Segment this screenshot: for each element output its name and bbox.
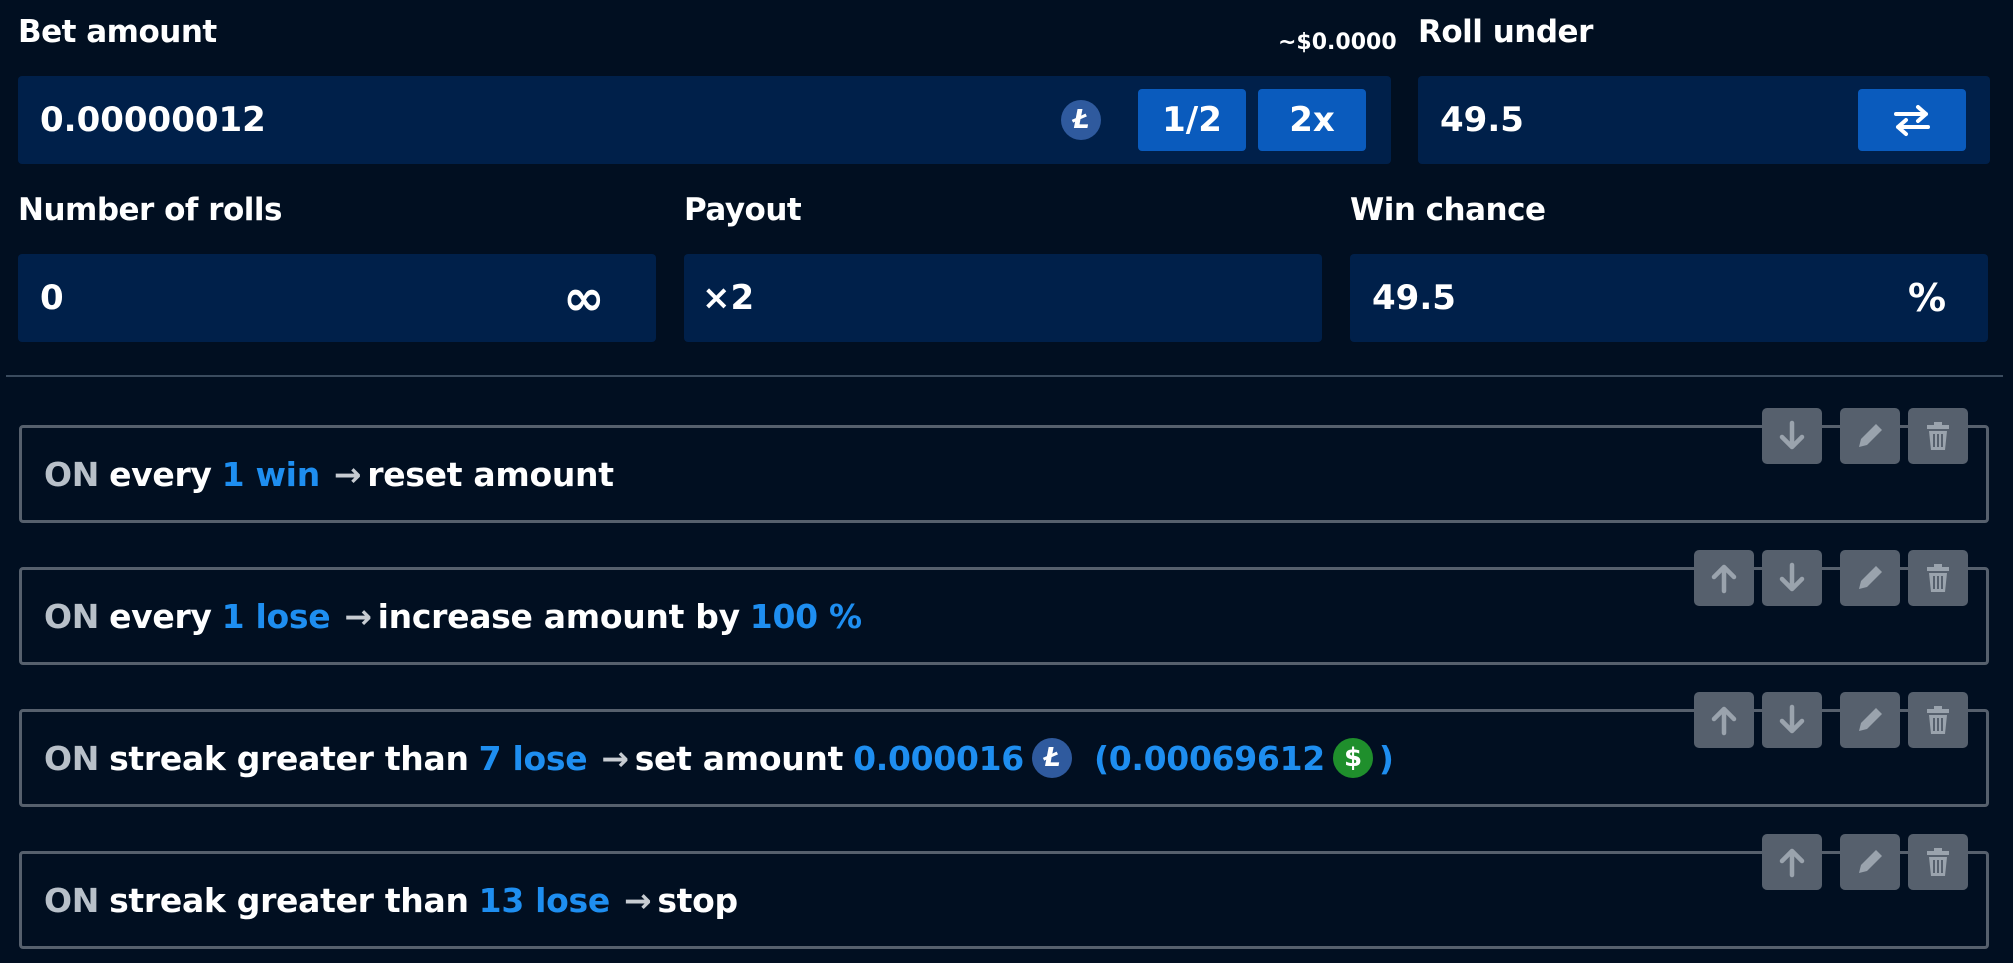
move-up-button[interactable]: [1694, 692, 1754, 748]
rule-arrow: →: [344, 596, 372, 636]
rule-trigger: 1 win: [221, 454, 321, 494]
trash-icon: [1927, 848, 1949, 876]
infinity-icon[interactable]: ∞: [563, 254, 605, 342]
rule-action: stop: [657, 880, 738, 920]
bet-amount-input[interactable]: 0.00000012 Ł 1/2 2x: [18, 76, 1391, 164]
strategy-rule: ON every 1 win → reset amount: [19, 408, 1989, 523]
rule-status: ON: [44, 880, 100, 920]
arrow-down-icon: [1779, 562, 1805, 592]
rule-arrow: →: [623, 880, 652, 920]
rule-condition: streak greater than: [109, 738, 469, 778]
bet-amount-label: Bet amount: [18, 14, 217, 50]
number-of-rolls-value[interactable]: 0: [40, 254, 64, 342]
rule-action-value: 0.000016: [853, 738, 1024, 778]
move-up-button[interactable]: [1694, 550, 1754, 606]
roll-under-label: Roll under: [1418, 14, 1593, 50]
arrow-up-icon: [1779, 848, 1805, 878]
pencil-icon: [1859, 424, 1882, 447]
swap-arrows-icon: [1894, 105, 1930, 136]
delete-button[interactable]: [1908, 692, 1968, 748]
strategy-rule: ON streak greater than 7 lose → set amou…: [19, 692, 1989, 807]
strategy-rule: ON streak greater than 13 lose → stop: [19, 834, 1989, 949]
payout-label: Payout: [684, 192, 802, 228]
payout-value[interactable]: ×2: [702, 254, 754, 342]
bet-usd-estimate: ~$0.0000: [1278, 30, 1397, 55]
edit-button[interactable]: [1840, 834, 1900, 890]
move-down-button[interactable]: [1762, 550, 1822, 606]
swap-button[interactable]: [1858, 89, 1966, 151]
litecoin-icon: Ł: [1061, 100, 1101, 140]
trash-icon: [1927, 422, 1949, 450]
rule-status: ON: [44, 454, 100, 494]
trash-icon: [1927, 564, 1949, 592]
arrow-up-icon: [1711, 564, 1737, 594]
edit-button[interactable]: [1840, 408, 1900, 464]
number-of-rolls-input[interactable]: 0 ∞: [18, 254, 656, 342]
move-down-button[interactable]: [1762, 692, 1822, 748]
half-bet-button[interactable]: 1/2: [1138, 89, 1246, 151]
double-bet-button[interactable]: 2x: [1258, 89, 1366, 151]
section-divider: [6, 375, 2003, 377]
win-chance-label: Win chance: [1350, 192, 1546, 228]
rule-status: ON: [44, 596, 100, 636]
move-down-button[interactable]: [1762, 408, 1822, 464]
percent-symbol: %: [1908, 276, 1947, 320]
rule-action-value: 100 %: [749, 596, 862, 636]
win-chance-value[interactable]: 49.5: [1372, 254, 1456, 342]
dollar-icon: $: [1332, 738, 1373, 778]
delete-button[interactable]: [1908, 834, 1968, 890]
delete-button[interactable]: [1908, 408, 1968, 464]
trash-icon: [1927, 706, 1949, 734]
rule-trigger: 1 lose: [221, 596, 331, 636]
win-chance-input[interactable]: 49.5 %: [1350, 254, 1988, 342]
rule-trigger: 13 lose: [478, 880, 611, 920]
rule-text: ON every 1 lose → increase amount by 100…: [44, 570, 872, 662]
rule-action: increase amount by: [377, 596, 740, 636]
rule-text: ON streak greater than 7 lose → set amou…: [44, 712, 1404, 804]
delete-button[interactable]: [1908, 550, 1968, 606]
rule-condition: streak greater than: [109, 880, 469, 920]
bet-amount-value[interactable]: 0.00000012: [40, 76, 266, 164]
payout-input[interactable]: ×2: [684, 254, 1322, 342]
edit-button[interactable]: [1840, 692, 1900, 748]
pencil-icon: [1859, 566, 1882, 589]
rule-trigger: 7 lose: [478, 738, 588, 778]
number-of-rolls-label: Number of rolls: [18, 192, 282, 228]
pencil-icon: [1859, 708, 1882, 731]
rule-condition: every: [109, 454, 212, 494]
roll-under-value[interactable]: 49.5: [1440, 76, 1524, 164]
rule-usd-value: (0.00069612: [1093, 738, 1325, 778]
rule-action: set amount: [634, 738, 844, 778]
rule-condition: every: [109, 596, 212, 636]
rule-text: ON streak greater than 13 lose → stop: [44, 854, 738, 946]
rule-text: ON every 1 win → reset amount: [44, 428, 614, 520]
arrow-up-icon: [1711, 706, 1737, 736]
rule-status: ON: [44, 738, 100, 778]
rule-close-paren: ): [1378, 738, 1394, 778]
pencil-icon: [1859, 850, 1882, 873]
roll-under-input[interactable]: 49.5: [1418, 76, 1990, 164]
rule-arrow: →: [601, 738, 629, 778]
litecoin-icon: Ł: [1031, 738, 1072, 778]
rule-arrow: →: [333, 454, 362, 494]
arrow-down-icon: [1779, 704, 1805, 734]
edit-button[interactable]: [1840, 550, 1900, 606]
strategy-rule: ON every 1 lose → increase amount by 100…: [19, 550, 1989, 665]
move-up-button[interactable]: [1762, 834, 1822, 890]
rule-action: reset amount: [367, 454, 614, 494]
arrow-down-icon: [1779, 420, 1805, 450]
